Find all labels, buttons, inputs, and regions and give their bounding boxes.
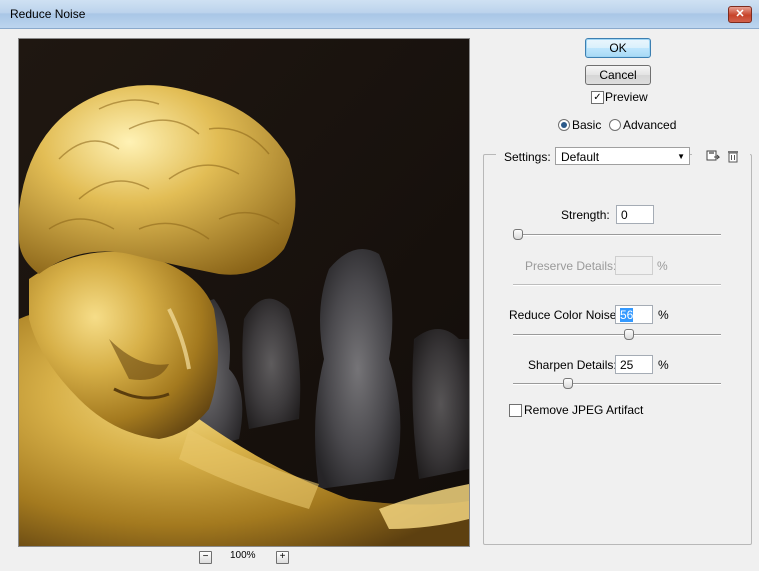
- checkmark-icon: ✓: [593, 92, 602, 103]
- sharpen-details-field[interactable]: 25: [615, 355, 653, 374]
- remove-jpeg-artifact-label: Remove JPEG Artifact: [524, 403, 644, 417]
- preview-label: Preview: [605, 90, 648, 104]
- close-button[interactable]: ✕: [728, 6, 752, 23]
- title-bar: Reduce Noise ✕: [0, 0, 759, 29]
- advanced-radio[interactable]: [609, 119, 621, 131]
- preserve-details-slider-track: [513, 284, 721, 286]
- zoom-controls: − 100% +: [6, 549, 480, 569]
- remove-jpeg-artifact-checkbox[interactable]: [509, 404, 522, 417]
- zoom-level: 100%: [230, 550, 256, 561]
- reduce-color-noise-slider-thumb[interactable]: [623, 329, 634, 340]
- radio-selected-dot: [561, 122, 567, 128]
- settings-value: Default: [561, 150, 600, 164]
- reduce-color-noise-unit: %: [658, 308, 669, 322]
- settings-label: Settings:: [496, 150, 557, 164]
- reduce-color-noise-field[interactable]: 56: [615, 305, 653, 324]
- basic-label: Basic: [572, 118, 602, 132]
- minus-icon: −: [202, 551, 209, 562]
- settings-icons: [692, 146, 750, 166]
- preview-image[interactable]: [18, 38, 470, 547]
- plus-icon: +: [279, 551, 286, 562]
- sharpen-details-slider-track[interactable]: [513, 383, 721, 385]
- ok-button[interactable]: OK: [585, 38, 651, 58]
- chevron-down-icon: ▼: [677, 152, 685, 161]
- settings-dropdown[interactable]: Default ▼: [555, 147, 690, 165]
- window-title: Reduce Noise: [10, 7, 86, 21]
- preserve-details-unit: %: [657, 259, 668, 273]
- preserve-details-label: Preserve Details:: [525, 259, 617, 273]
- sharpen-details-label: Sharpen Details:: [528, 358, 617, 372]
- advanced-label: Advanced: [623, 118, 677, 132]
- close-icon: ✕: [735, 8, 745, 20]
- strength-slider-track[interactable]: [513, 234, 721, 236]
- reduce-color-noise-slider-track[interactable]: [513, 334, 721, 336]
- delete-settings-icon[interactable]: [726, 149, 740, 163]
- cancel-button[interactable]: Cancel: [585, 65, 651, 85]
- preview-checkbox[interactable]: ✓: [591, 91, 604, 104]
- reduce-color-noise-label: Reduce Color Noise:: [509, 308, 620, 322]
- strength-slider-thumb[interactable]: [513, 229, 523, 240]
- statue-photo: [19, 39, 469, 546]
- preserve-details-field: [615, 256, 653, 275]
- strength-field[interactable]: 0: [616, 205, 654, 224]
- reduce-color-noise-value: 56: [620, 308, 634, 322]
- sharpen-details-slider-thumb[interactable]: [562, 378, 573, 389]
- sharpen-details-unit: %: [658, 358, 669, 372]
- strength-label: Strength:: [561, 208, 610, 222]
- basic-radio[interactable]: [558, 119, 570, 131]
- zoom-out-button[interactable]: −: [199, 551, 212, 564]
- zoom-in-button[interactable]: +: [276, 551, 289, 564]
- dialog-body: − 100% + OK Cancel ✓ Preview Basic Advan…: [6, 29, 753, 565]
- save-settings-icon[interactable]: [706, 149, 720, 163]
